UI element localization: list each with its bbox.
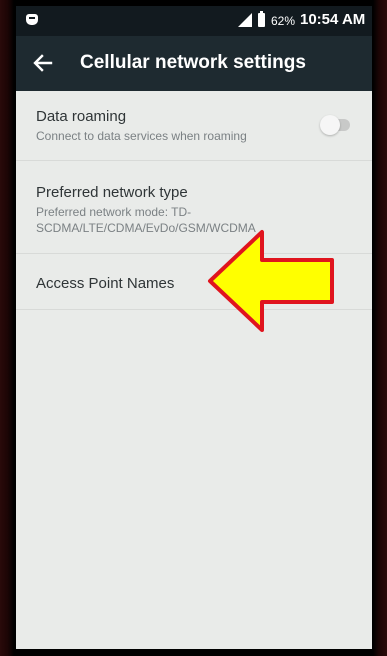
battery-level: 62%	[271, 14, 296, 28]
page-title: Cellular network settings	[80, 52, 306, 73]
signal-icon	[238, 13, 252, 27]
preferred-network-type-title: Preferred network type	[36, 184, 188, 201]
status-bar: 62% 10:54 AM	[16, 6, 372, 36]
phone-frame: 62% 10:54 AM Cellular network settings D…	[0, 0, 387, 656]
app-bar: Cellular network settings	[16, 36, 372, 91]
battery-icon	[258, 11, 265, 27]
arrow-left-icon	[33, 54, 53, 72]
data-roaming-summary: Connect to data services when roaming	[36, 129, 247, 143]
data-roaming-title: Data roaming	[36, 108, 127, 125]
status-time: 10:54 AM	[300, 11, 366, 28]
notification-icon	[26, 14, 38, 25]
toggle-thumb	[320, 115, 340, 135]
data-roaming-toggle[interactable]	[320, 115, 350, 135]
data-roaming-item[interactable]: Data roaming Connect to data services wh…	[16, 91, 372, 161]
access-point-names-title: Access Point Names	[36, 275, 175, 292]
left-arrow-annotation-icon	[208, 230, 334, 332]
back-button[interactable]	[28, 48, 58, 78]
